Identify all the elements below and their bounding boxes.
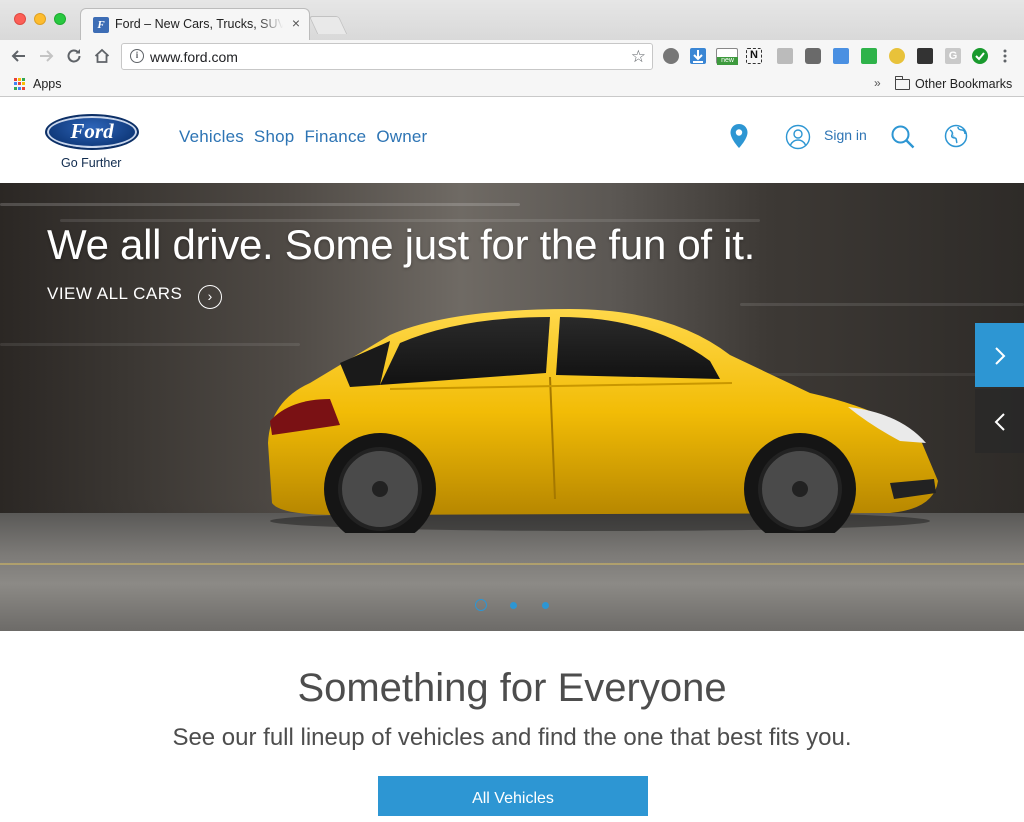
close-window-button[interactable] [14,13,26,25]
folder-icon [895,76,910,90]
section-subtitle: See our full lineup of vehicles and find… [172,724,852,751]
browser-menu-icon[interactable] [1002,48,1008,64]
background-streak [0,203,520,206]
tab-close-icon[interactable]: × [288,15,304,31]
carousel-dot-1[interactable] [475,599,487,611]
extension-n-icon[interactable]: N [746,48,762,64]
tagline: Go Further [61,156,122,170]
location-pin-icon[interactable] [729,123,749,154]
bookmarks-bar: Apps » Other Bookmarks [0,72,1024,97]
extension-check-icon[interactable] [972,48,988,64]
carousel-dot-3[interactable] [539,599,551,611]
ford-logo-text: Ford [70,119,114,143]
extension-g-icon[interactable]: G [945,48,961,64]
ford-favicon-icon: F [93,17,109,33]
carousel-next-button[interactable] [975,323,1024,387]
sign-in-link[interactable]: Sign in [824,127,867,143]
extension-smiley-icon[interactable] [889,48,905,64]
extension-green-chevron-icon[interactable] [861,48,877,64]
user-account-icon[interactable] [785,124,811,155]
hero-headline: We all drive. Some just for the fun of i… [47,221,755,268]
extension-film-icon[interactable] [663,48,679,64]
hero-carousel: We all drive. Some just for the fun of i… [0,183,1024,631]
main-nav: Vehicles Shop Finance Owner [179,127,427,147]
chevron-right-icon [994,347,1005,365]
url-text[interactable]: www.ford.com [150,49,238,65]
extension-record-icon[interactable] [805,48,821,64]
all-vehicles-button[interactable]: All Vehicles [378,776,648,816]
maximize-window-button[interactable] [54,13,66,25]
chevron-right-circle-icon[interactable]: › [198,285,222,309]
bookmark-star-icon[interactable]: ☆ [631,47,646,67]
minimize-window-button[interactable] [34,13,46,25]
site-header: Ford Go Further Vehicles Shop Finance Ow… [0,98,1024,183]
chevron-left-icon [994,413,1005,431]
road-line [0,563,1024,565]
extension-download-icon[interactable] [690,48,706,64]
section-title: Something for Everyone [297,666,727,710]
extension-new-badge: new [717,57,738,65]
apps-bookmark[interactable]: Apps [33,77,62,91]
new-tab-button[interactable] [308,16,348,34]
extension-blue-icon[interactable] [833,48,849,64]
view-all-cars-link[interactable]: VIEW ALL CARS [47,284,182,304]
extension-photo-icon[interactable] [917,48,933,64]
tab-strip: F Ford – New Cars, Trucks, SUVs × [0,0,1024,40]
carousel-prev-button[interactable] [975,389,1024,453]
browser-tab-active[interactable]: F Ford – New Cars, Trucks, SUVs × [80,8,310,40]
nav-owner[interactable]: Owner [376,127,427,147]
back-arrow-icon[interactable] [9,46,29,66]
site-info-icon[interactable]: i [130,49,144,63]
nav-vehicles[interactable]: Vehicles [179,127,244,147]
nav-finance[interactable]: Finance [304,127,366,147]
tab-title: Ford – New Cars, Trucks, SUVs [115,17,283,31]
extension-grey-icon[interactable] [777,48,793,64]
globe-icon[interactable] [944,124,968,153]
forward-arrow-icon[interactable] [36,46,56,66]
home-icon[interactable] [92,46,112,66]
reload-icon[interactable] [64,46,84,66]
extension-new-icon[interactable]: new [716,48,738,65]
yellow-hatchback-car [268,309,938,533]
carousel-dots [475,599,551,611]
bookmarks-overflow-chevron-icon[interactable]: » [874,76,881,90]
apps-grid-icon[interactable] [14,78,26,90]
ford-logo[interactable]: Ford [45,114,139,150]
address-bar[interactable]: i www.ford.com ☆ [121,43,653,70]
nav-shop[interactable]: Shop [254,127,295,147]
other-bookmarks-link[interactable]: Other Bookmarks [915,77,1012,91]
search-icon[interactable] [890,124,916,155]
carousel-dot-2[interactable] [507,599,519,611]
browser-toolbar: i www.ford.com ☆ new N G [0,40,1024,72]
